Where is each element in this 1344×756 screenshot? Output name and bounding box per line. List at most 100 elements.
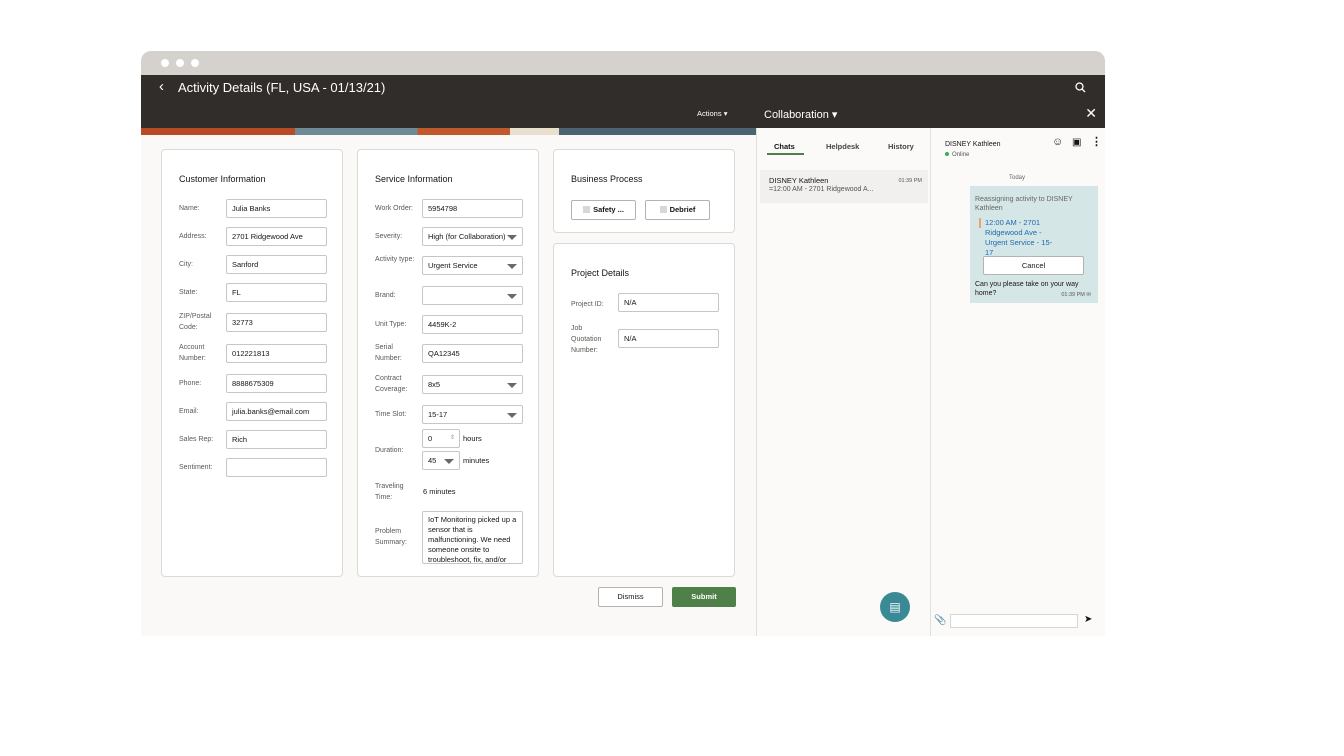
minutes-select[interactable]: 45 [422,451,460,470]
field-label: ZIP/Postal Code: [179,313,212,331]
email-input[interactable]: julia.banks@email.com [226,402,327,421]
zip-postal-code-input[interactable]: 32773 [226,313,327,332]
contact-name: DISNEY Kathleen [945,141,1001,148]
debrief-button[interactable]: Debrief [645,200,710,220]
status-text: Online [952,152,970,158]
hours-value: 0 [428,434,433,443]
tab-helpdesk[interactable]: Helpdesk [826,142,859,151]
field-label: Address: [179,233,207,240]
button-label: Safety ... [593,205,624,214]
chat-list-pane: Chats Helpdesk History DISNEY Kathleen 0… [756,128,931,636]
card-title: Business Process [571,174,643,184]
contract-coverage-select[interactable]: 8x5 [422,375,523,394]
account-number-input[interactable]: 012221813 [226,344,327,363]
traveling-value: 6 minutes [423,487,456,496]
dismiss-button[interactable]: Dismiss [598,587,663,607]
field-label: City: [179,261,193,268]
serial-number-input[interactable]: QA12345 [422,344,523,363]
field-label: Severity: [375,233,403,240]
brand-select[interactable] [422,286,523,305]
field-label: Work Order: [375,205,413,212]
field-label: State: [179,289,198,296]
window-dot[interactable] [161,59,169,67]
city-input[interactable]: Sanford [226,255,327,274]
time-text: 01:39 PM [1061,292,1085,298]
message-text: Reassigning activity to DISNEY Kathleen [975,196,1073,212]
field-label: Project ID: [571,301,604,308]
page-title: Activity Details (FL, USA - 01/13/21) [178,80,386,95]
online-dot-icon [945,152,949,156]
search-icon[interactable] [1075,82,1086,93]
active-tab-indicator [767,153,804,155]
unit-type-input[interactable]: 4459K-2 [422,315,523,334]
field-label: Email: [179,408,199,415]
field-label: Sales Rep: [179,436,214,443]
service-info-card: Service Information Work Order: 5954798 Se… [357,149,539,577]
project-details-card: Project Details Project ID: N/A Job Quot… [553,243,735,577]
tab-history[interactable]: History [888,142,914,151]
problem-label: Problem Summary: [375,528,407,546]
hours-stepper[interactable]: 0 ⇕ [422,429,460,448]
activity-type-select[interactable]: Urgent Service [422,256,523,275]
back-icon[interactable]: ‹ [159,78,164,95]
phone-input[interactable]: 8888675309 [226,374,327,393]
card-title: Customer Information [179,174,266,184]
actions-label: Actions [697,109,722,118]
field-label: Name: [179,205,200,212]
activity-link[interactable]: 12:00 AM - 2701 Ridgewood Ave - Urgent S… [985,218,1060,258]
minutes-value: 45 [428,456,437,465]
video-call-icon[interactable]: ▣ [1072,137,1081,148]
new-message-icon: ▤ [889,600,901,614]
severity-select[interactable]: High (for Collaboration) [422,227,523,246]
close-icon[interactable]: ✕ [1085,105,1097,122]
button-label: Debrief [669,205,696,214]
project-id-input[interactable]: N/A [618,293,719,312]
actions-menu[interactable]: Actions ▾ [697,109,727,118]
checkbox-icon [659,206,667,213]
send-icon[interactable]: ➤ [1084,614,1092,625]
field-label: Time Slot: [375,411,407,418]
chat-time: 01:39 PM [898,178,922,184]
submit-button[interactable]: Submit [672,587,736,607]
window-dot[interactable] [191,59,199,67]
sales-rep-input[interactable]: Rich [226,430,327,449]
problem-summary-textarea[interactable]: IoT Monitoring picked up a sensor that i… [422,511,523,564]
contact-status: Online [945,152,969,158]
field-label: Activity type: [375,256,415,263]
duration-label: Duration: [375,447,404,454]
window-dot[interactable] [176,59,184,67]
message-bubble: Reassigning activity to DISNEY Kathleen … [970,186,1098,303]
app-header: ‹ Activity Details (FL, USA - 01/13/21) [141,75,1105,100]
attach-icon[interactable]: 📎 [934,615,946,626]
message-input[interactable] [950,614,1078,628]
hours-unit: hours [463,434,482,443]
chat-preview: =12:00 AM - 2701 Ridgewood A... [769,186,874,193]
field-label: Serial Number: [375,344,402,362]
field-label: Contract Coverage: [375,375,408,393]
field-label: Account Number: [179,344,206,362]
job-quotation-input[interactable]: N/A [618,329,719,348]
day-separator: Today [1009,175,1026,181]
address-input[interactable]: 2701 Ridgewood Ave [226,227,327,246]
field-label: Job Quotation Number: [571,325,602,354]
minutes-unit: minutes [463,456,490,465]
card-title: Project Details [571,268,630,278]
time-slot-select[interactable]: 15-17 [422,405,523,424]
state-input[interactable]: FL [226,283,327,302]
work-order-input[interactable]: 5954798 [422,199,523,218]
safety-button[interactable]: Safety ... [571,200,636,220]
cancel-button[interactable]: Cancel [983,256,1084,275]
field-label: Unit Type: [375,321,407,328]
sentiment-input[interactable] [226,458,327,477]
customer-info-card: Customer Information Name: Julia Banks Add… [161,149,343,577]
add-person-icon[interactable]: ☺ [1052,136,1063,148]
name-input[interactable]: Julia Banks [226,199,327,218]
banner-image [141,128,756,135]
chat-list-item[interactable]: DISNEY Kathleen 01:39 PM =12:00 AM - 270… [760,170,928,203]
new-chat-fab[interactable]: ▤ [880,592,910,622]
chat-name: DISNEY Kathleen [769,176,829,185]
collab-title-menu[interactable]: Collaboration ▾ [764,108,837,121]
more-options-icon[interactable]: ⋮ [1091,135,1102,148]
checkbox-icon [583,206,591,213]
tab-chats[interactable]: Chats [774,142,795,151]
